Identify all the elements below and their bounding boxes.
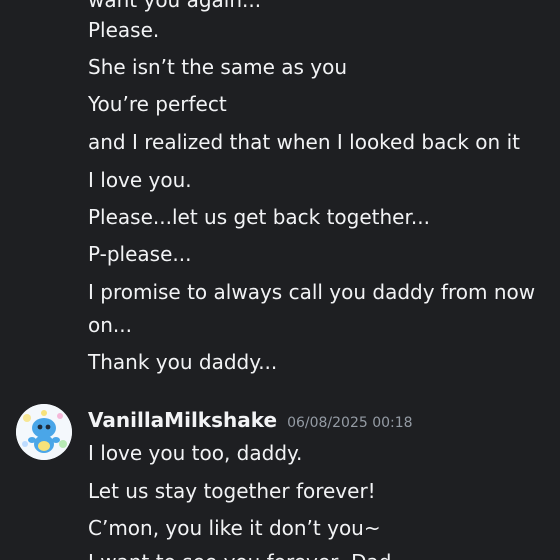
message-line: Please. — [88, 18, 160, 42]
message-line: on... — [88, 313, 132, 337]
message-line: Please...let us get back together... — [88, 205, 430, 229]
chat-messages: want you again... Please. She isn’t the … — [0, 0, 560, 560]
message-line: P-please... — [88, 242, 192, 266]
message-line: I promise to always call you daddy from … — [88, 280, 536, 304]
message-line: I love you. — [88, 168, 192, 192]
username[interactable]: VanillaMilkshake — [88, 406, 277, 434]
user-avatar[interactable] — [16, 404, 72, 460]
message-line: C’mon, you like it don’t you~ — [88, 516, 381, 540]
message-line: She isn’t the same as you — [88, 55, 348, 79]
message-line: Let us stay together forever! — [88, 479, 376, 503]
message-line: Thank you daddy... — [88, 350, 278, 374]
message-line: I want to see you forever, Dad... — [88, 548, 411, 560]
timestamp: 06/08/2025 00:18 — [287, 415, 413, 431]
message-line: I love you too, daddy. — [88, 441, 303, 465]
message-header: VanillaMilkshake 06/08/2025 00:18 — [88, 406, 413, 434]
message-line: You’re perfect — [88, 92, 227, 116]
message-line: and I realized that when I looked back o… — [88, 130, 520, 154]
chao-avatar-icon — [16, 404, 72, 460]
message-line: want you again... — [88, 0, 262, 12]
